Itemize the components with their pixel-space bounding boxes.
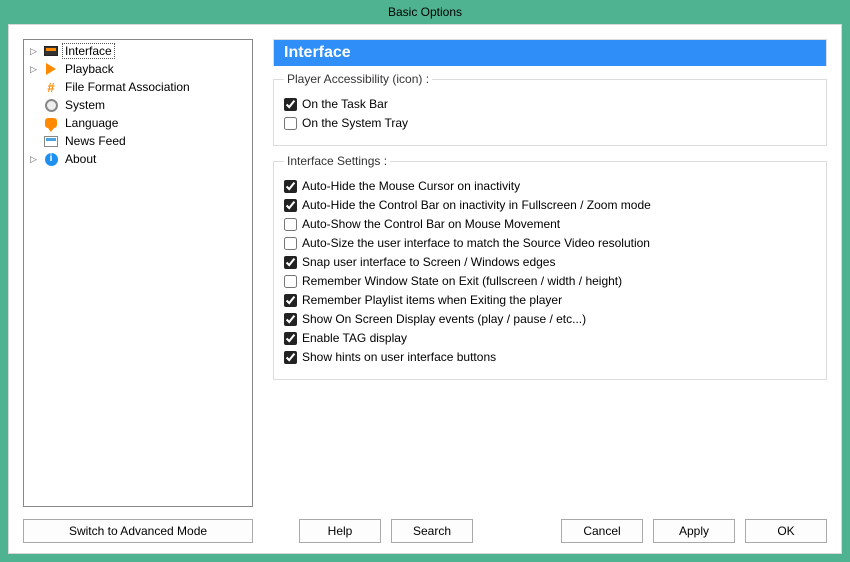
- checkbox-label: Auto-Hide the Control Bar on inactivity …: [302, 198, 651, 212]
- tree-item-label: Interface: [63, 44, 114, 58]
- gear-icon: [45, 99, 58, 112]
- checkbox-label: Snap user interface to Screen / Windows …: [302, 255, 555, 269]
- tree-item[interactable]: Language: [26, 114, 250, 132]
- tree-item[interactable]: # File Format Association: [26, 78, 250, 96]
- checkbox[interactable]: [284, 275, 297, 288]
- expand-toggle-icon[interactable]: ▷: [28, 154, 39, 165]
- checkbox[interactable]: [284, 117, 297, 130]
- checkbox-label: On the System Tray: [302, 116, 408, 130]
- checkbox-label: Auto-Show the Control Bar on Mouse Movem…: [302, 217, 560, 231]
- checkbox[interactable]: [284, 313, 297, 326]
- interface-icon-wrap: [43, 43, 59, 59]
- lang-icon-wrap: [43, 115, 59, 131]
- checkbox-row[interactable]: Auto-Size the user interface to match th…: [284, 236, 816, 250]
- checkbox[interactable]: [284, 218, 297, 231]
- group-legend: Interface Settings :: [284, 154, 390, 168]
- tree-item[interactable]: ▷ i About: [26, 150, 250, 168]
- group-interface-settings: Interface Settings : Auto-Hide the Mouse…: [273, 154, 827, 380]
- checkbox-row[interactable]: Show hints on user interface buttons: [284, 350, 816, 364]
- language-icon: [45, 118, 57, 128]
- settings-panel: Interface Player Accessibility (icon) : …: [273, 39, 827, 507]
- tree-item[interactable]: ▷ Playback: [26, 60, 250, 78]
- tree-item-label: Language: [63, 116, 120, 130]
- tree-item-label: Playback: [63, 62, 116, 76]
- window-title: Basic Options: [0, 0, 850, 24]
- ok-button[interactable]: OK: [745, 519, 827, 543]
- gear-icon-wrap: [43, 97, 59, 113]
- file-association-icon: #: [47, 81, 54, 94]
- group-player-accessibility: Player Accessibility (icon) : On the Tas…: [273, 72, 827, 146]
- checkbox-label: Auto-Hide the Mouse Cursor on inactivity: [302, 179, 520, 193]
- expand-toggle-icon[interactable]: ▷: [28, 46, 39, 57]
- checkbox[interactable]: [284, 180, 297, 193]
- checkbox-row[interactable]: Auto-Hide the Control Bar on inactivity …: [284, 198, 816, 212]
- info-icon: i: [45, 153, 58, 166]
- search-button[interactable]: Search: [391, 519, 473, 543]
- checkbox-row[interactable]: On the Task Bar: [284, 97, 816, 111]
- apply-button[interactable]: Apply: [653, 519, 735, 543]
- cancel-button[interactable]: Cancel: [561, 519, 643, 543]
- checkbox-label: Show hints on user interface buttons: [302, 350, 496, 364]
- checkbox[interactable]: [284, 256, 297, 269]
- checkbox-row[interactable]: Remember Playlist items when Exiting the…: [284, 293, 816, 307]
- checkbox-label: Auto-Size the user interface to match th…: [302, 236, 650, 250]
- play-icon: [46, 63, 56, 75]
- expand-toggle-icon[interactable]: ▷: [28, 64, 39, 75]
- checkbox-row[interactable]: Enable TAG display: [284, 331, 816, 345]
- checkbox-row[interactable]: Auto-Hide the Mouse Cursor on inactivity: [284, 179, 816, 193]
- fileassoc-icon-wrap: #: [43, 79, 59, 95]
- tree-item[interactable]: ▷ Interface: [26, 42, 250, 60]
- button-bar: Switch to Advanced Mode Help Search Canc…: [23, 507, 827, 543]
- switch-advanced-button[interactable]: Switch to Advanced Mode: [23, 519, 253, 543]
- checkbox-row[interactable]: Snap user interface to Screen / Windows …: [284, 255, 816, 269]
- content-area: ▷ Interface ▷ Playback # File Format Associat…: [8, 24, 842, 554]
- nav-tree[interactable]: ▷ Interface ▷ Playback # File Format Associat…: [23, 39, 253, 507]
- checkbox-row[interactable]: Show On Screen Display events (play / pa…: [284, 312, 816, 326]
- checkbox-label: On the Task Bar: [302, 97, 388, 111]
- tree-item[interactable]: News Feed: [26, 132, 250, 150]
- tree-item-label: News Feed: [63, 134, 128, 148]
- interface-icon: [44, 46, 58, 56]
- checkbox[interactable]: [284, 199, 297, 212]
- tree-item-label: System: [63, 98, 107, 112]
- group-legend: Player Accessibility (icon) :: [284, 72, 432, 86]
- checkbox[interactable]: [284, 98, 297, 111]
- panel-title: Interface: [273, 39, 827, 66]
- checkbox-row[interactable]: Remember Window State on Exit (fullscree…: [284, 274, 816, 288]
- tree-item-label: File Format Association: [63, 80, 192, 94]
- form-area: Player Accessibility (icon) : On the Tas…: [273, 66, 827, 507]
- checkbox-label: Remember Playlist items when Exiting the…: [302, 293, 562, 307]
- tree-item[interactable]: System: [26, 96, 250, 114]
- checkbox[interactable]: [284, 332, 297, 345]
- main-area: ▷ Interface ▷ Playback # File Format Associat…: [23, 39, 827, 507]
- news-icon: [44, 136, 58, 147]
- options-window: Basic Options ▷ Interface ▷ Playback # File F…: [0, 0, 850, 562]
- checkbox-label: Remember Window State on Exit (fullscree…: [302, 274, 622, 288]
- checkbox-label: Show On Screen Display events (play / pa…: [302, 312, 586, 326]
- help-button[interactable]: Help: [299, 519, 381, 543]
- checkbox[interactable]: [284, 351, 297, 364]
- checkbox[interactable]: [284, 294, 297, 307]
- news-icon-wrap: [43, 133, 59, 149]
- about-icon-wrap: i: [43, 151, 59, 167]
- tree-item-label: About: [63, 152, 98, 166]
- checkbox[interactable]: [284, 237, 297, 250]
- play-icon-wrap: [43, 61, 59, 77]
- checkbox-label: Enable TAG display: [302, 331, 407, 345]
- checkbox-row[interactable]: On the System Tray: [284, 116, 816, 130]
- checkbox-row[interactable]: Auto-Show the Control Bar on Mouse Movem…: [284, 217, 816, 231]
